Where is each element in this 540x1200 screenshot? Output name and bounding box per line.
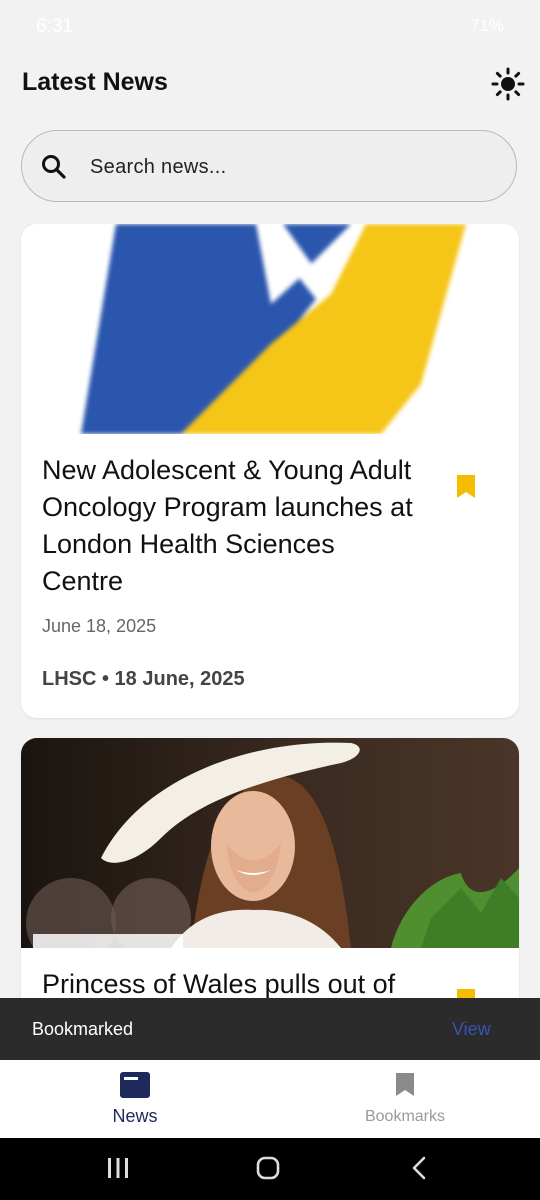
status-time: 6:31 <box>36 16 73 37</box>
snackbar-view-button[interactable]: View <box>452 1019 491 1040</box>
newspaper-icon <box>120 1072 150 1098</box>
theme-toggle-button[interactable] <box>490 66 526 102</box>
article-image <box>21 738 519 948</box>
page-title: Latest News <box>22 68 168 96</box>
article-date: June 18, 2025 <box>42 616 157 636</box>
bottom-nav: News Bookmarks <box>0 1060 540 1138</box>
snackbar: Bookmarked View <box>0 998 540 1060</box>
nav-label-bookmarks: Bookmarks <box>364 1108 446 1125</box>
article-title[interactable]: New Adolescent & Young Adult Oncology Pr… <box>42 452 422 600</box>
article-card[interactable]: New Adolescent & Young Adult Oncology Pr… <box>21 224 519 718</box>
sun-icon <box>491 67 525 101</box>
nav-label-news: News <box>112 1106 158 1126</box>
article-image <box>21 224 519 434</box>
search-bar[interactable] <box>21 130 517 202</box>
battery-level: 71% <box>469 16 504 35</box>
home-icon[interactable] <box>256 1156 280 1180</box>
snackbar-message: Bookmarked <box>32 1019 134 1039</box>
nav-item-news[interactable]: News <box>0 1060 270 1138</box>
search-icon <box>42 155 66 179</box>
status-bar: 6:31 71% <box>0 0 540 54</box>
nav-item-bookmarks[interactable]: Bookmarks <box>270 1060 540 1138</box>
article-source: LHSC • 18 June, 2025 <box>42 668 245 690</box>
recent-apps-icon[interactable] <box>106 1156 130 1180</box>
status-icons: 71% <box>470 16 504 36</box>
app-header: Latest News <box>0 54 540 114</box>
search-input[interactable] <box>88 149 492 185</box>
bookmark-outline-icon <box>396 1073 414 1096</box>
bookmark-icon[interactable] <box>456 474 476 500</box>
system-nav-bar <box>0 1138 540 1200</box>
back-icon[interactable] <box>408 1156 432 1180</box>
